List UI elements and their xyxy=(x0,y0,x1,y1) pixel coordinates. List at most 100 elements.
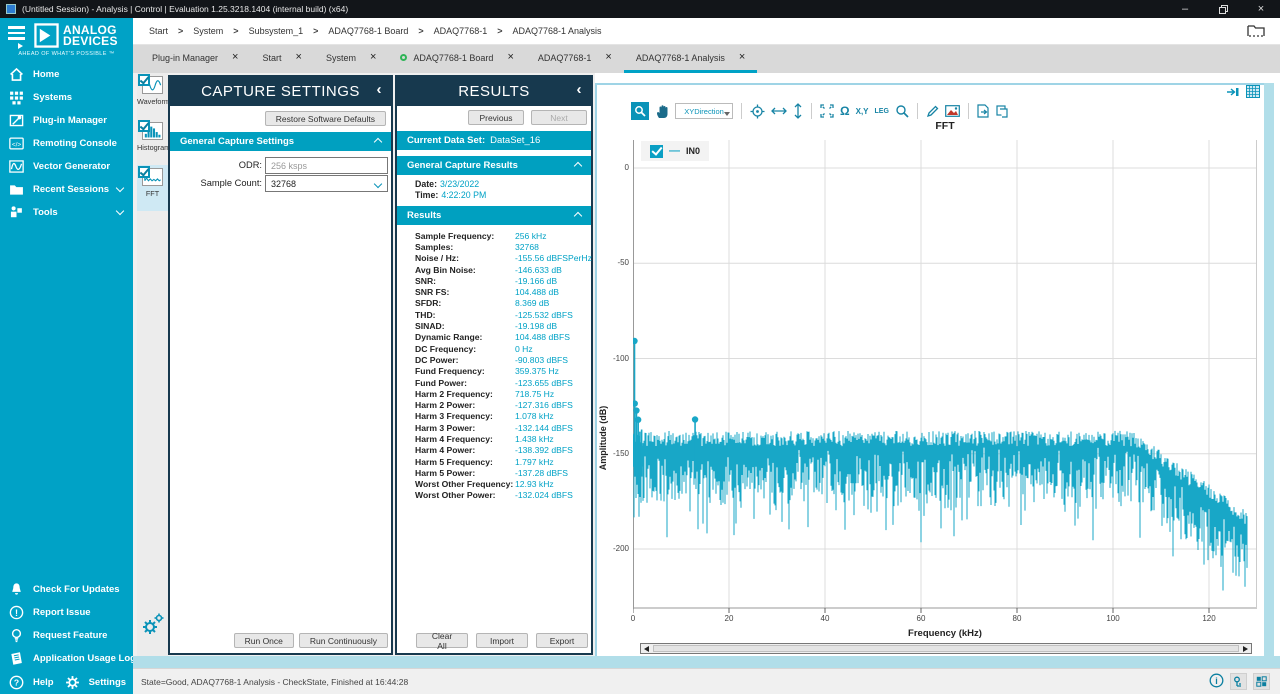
fft-checkbox[interactable] xyxy=(138,166,150,178)
export-data-icon[interactable] xyxy=(977,104,990,118)
run-continuously-button[interactable]: Run Continuously xyxy=(299,633,388,648)
result-label: THD: xyxy=(415,310,515,320)
status-info-icon[interactable]: i xyxy=(1209,673,1224,690)
chart-horizontal-scrollbar[interactable] xyxy=(640,643,1252,654)
sidebar-item-report-issue[interactable]: !Report Issue xyxy=(0,601,133,624)
close-icon[interactable]: × xyxy=(605,53,611,62)
result-label: Harm 5 Power: xyxy=(415,468,515,478)
legend-checkbox[interactable] xyxy=(650,145,663,158)
close-icon[interactable]: × xyxy=(296,53,302,62)
date-row: Date:3/23/2022 xyxy=(415,179,479,189)
tab-start[interactable]: Start× xyxy=(250,45,313,73)
breadcrumb-item-adaq7768-1-board[interactable]: ADAQ7768-1 Board xyxy=(324,26,412,36)
sidebar-item-request-feature[interactable]: Request Feature xyxy=(0,624,133,647)
undo-zoom-icon[interactable]: Ω xyxy=(840,104,850,118)
breadcrumb-item-system[interactable]: System xyxy=(189,26,227,36)
analysis-settings-gear-icon[interactable] xyxy=(140,612,166,638)
strip-item-histogram[interactable]: Histogram xyxy=(137,119,168,165)
results-list: Sample Frequency:256 kHzSamples:32768Noi… xyxy=(415,230,588,501)
result-value: 32768 xyxy=(515,242,539,252)
sidebar-item-plug-in-manager[interactable]: Plug-in Manager xyxy=(0,109,133,132)
status-connection-icon[interactable] xyxy=(1230,673,1247,690)
tab-adaq7768-1-analysis[interactable]: ADAQ7768-1 Analysis× xyxy=(624,45,757,73)
center-target-icon[interactable] xyxy=(750,104,765,119)
next-button[interactable]: Next xyxy=(531,110,587,125)
close-icon[interactable]: × xyxy=(370,53,376,62)
vertical-zoom-icon[interactable] xyxy=(793,103,803,119)
close-button[interactable]: × xyxy=(1242,0,1280,18)
xy-direction-select[interactable]: XYDirection xyxy=(675,103,733,119)
result-label: Harm 2 Power: xyxy=(415,400,515,410)
sidebar-item-application-usage-logging[interactable]: Application Usage Logging xyxy=(0,647,133,670)
legend-toggle-icon[interactable]: LEG xyxy=(875,108,889,115)
breadcrumb-item-adaq7768-1-analysis[interactable]: ADAQ7768-1 Analysis xyxy=(508,26,605,36)
run-once-button[interactable]: Run Once xyxy=(234,633,294,648)
app-icon xyxy=(6,4,16,14)
scrollbar-track[interactable] xyxy=(653,645,1239,652)
strip-item-label: Waveform xyxy=(137,97,168,106)
general-capture-results-section[interactable]: General Capture Results xyxy=(397,156,591,175)
tabbar: Plug-in Manager×Start×System×ADAQ7768-1 … xyxy=(133,45,1280,73)
status-layout-icon[interactable] xyxy=(1253,673,1270,690)
sidebar-item-vector-generator[interactable]: Vector Generator xyxy=(0,155,133,178)
export-button[interactable]: Export xyxy=(536,633,588,648)
tab-label: Plug-in Manager xyxy=(152,53,218,63)
breadcrumb-item-adaq7768-1[interactable]: ADAQ7768-1 xyxy=(430,26,492,36)
magnifier-icon[interactable] xyxy=(895,104,909,118)
result-value: 1.078 kHz xyxy=(515,411,554,421)
grid-view-icon[interactable] xyxy=(1246,85,1260,103)
annotate-pencil-icon[interactable] xyxy=(926,105,939,118)
odr-input[interactable] xyxy=(265,157,388,174)
collapse-left-icon[interactable]: ‹ xyxy=(377,81,383,98)
sample-count-select[interactable]: 32768 xyxy=(265,175,388,192)
general-capture-settings-section[interactable]: General Capture Settings xyxy=(170,132,391,151)
chart-scroll-strip[interactable] xyxy=(1264,83,1274,656)
scroll-right-icon[interactable] xyxy=(1240,644,1251,653)
collapse-panel-icon[interactable] xyxy=(1226,85,1239,103)
tab-plug-in-manager[interactable]: Plug-in Manager × xyxy=(140,45,250,73)
strip-item-fft[interactable]: FFT xyxy=(137,165,168,211)
clear-all-button[interactable]: Clear All xyxy=(416,633,468,648)
sidebar-item-home[interactable]: Home xyxy=(0,63,133,86)
zoom-region-tool-icon[interactable] xyxy=(631,102,649,120)
horizontal-zoom-icon[interactable] xyxy=(771,106,787,116)
fit-view-icon[interactable] xyxy=(820,104,834,118)
topbar: Start>System>Subsystem_1>ADAQ7768-1 Boar… xyxy=(133,18,1280,45)
strip-item-waveform[interactable]: Waveform xyxy=(137,73,168,119)
sidebar-item-recent-sessions[interactable]: Recent Sessions xyxy=(0,178,133,201)
hamburger-menu-icon[interactable] xyxy=(0,18,34,49)
waveform-checkbox[interactable] xyxy=(138,74,150,86)
snapshot-image-icon[interactable] xyxy=(945,105,960,117)
collapse-left-icon[interactable]: ‹ xyxy=(577,81,583,98)
histogram-checkbox[interactable] xyxy=(138,120,150,132)
import-button[interactable]: Import xyxy=(476,633,528,648)
result-row: Fund Power:-123.655 dBFS xyxy=(415,377,588,388)
sidebar-item-remoting-console[interactable]: </>Remoting Console xyxy=(0,132,133,155)
x-tick-label: 100 xyxy=(1098,614,1128,623)
session-folder-icon[interactable] xyxy=(1246,22,1266,40)
restore-software-defaults-button[interactable]: Restore Software Defaults xyxy=(265,111,386,126)
sidebar-item-check-for-updates[interactable]: Check For Updates xyxy=(0,578,133,601)
date-value: 3/23/2022 xyxy=(440,179,479,189)
copy-chart-icon[interactable] xyxy=(996,105,1008,118)
breadcrumb-item-subsystem-1[interactable]: Subsystem_1 xyxy=(245,26,308,36)
sidebar-item-tools[interactable]: Tools xyxy=(0,201,133,224)
results-section[interactable]: Results xyxy=(397,206,591,225)
fft-plot[interactable] xyxy=(633,140,1257,616)
breadcrumb-item-start[interactable]: Start xyxy=(145,26,172,36)
pan-tool-icon[interactable] xyxy=(655,104,669,119)
minimize-button[interactable]: – xyxy=(1166,0,1204,18)
previous-button[interactable]: Previous xyxy=(468,110,524,125)
sidebar-item-systems[interactable]: Systems xyxy=(0,86,133,109)
restore-button[interactable] xyxy=(1204,0,1242,18)
scroll-left-icon[interactable] xyxy=(641,644,652,653)
tab-adaq7768-1-board[interactable]: ADAQ7768-1 Board× xyxy=(388,45,525,73)
tab-system[interactable]: System× xyxy=(314,45,388,73)
xy-values-icon[interactable]: X,Y xyxy=(856,107,869,116)
close-icon[interactable]: × xyxy=(232,53,238,62)
sidebar-item-help[interactable]: ? Help xyxy=(0,670,54,694)
sidebar-item-settings[interactable]: Settings xyxy=(56,670,126,694)
close-icon[interactable]: × xyxy=(507,53,513,62)
close-icon[interactable]: × xyxy=(739,53,745,62)
tab-adaq7768-1[interactable]: ADAQ7768-1× xyxy=(526,45,624,73)
